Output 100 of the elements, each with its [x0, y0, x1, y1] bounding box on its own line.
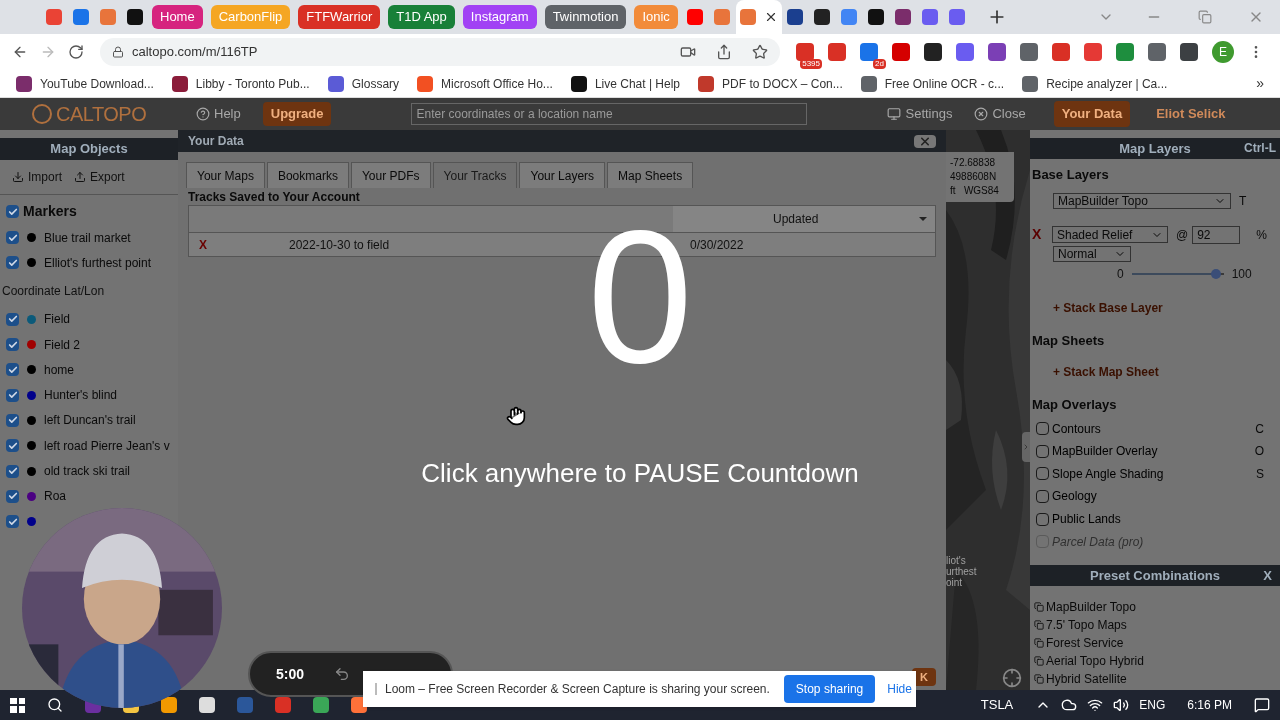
user-name[interactable]: Eliot Selick — [1156, 104, 1226, 124]
dialog-tab[interactable]: Your PDFs — [350, 162, 431, 188]
stack-map-sheet-link[interactable]: + Stack Map Sheet — [1053, 362, 1278, 381]
cloud-icon[interactable] — [1061, 697, 1078, 713]
help-icon[interactable] — [196, 107, 210, 121]
checkbox[interactable] — [6, 363, 19, 377]
delete-button[interactable]: X — [189, 235, 289, 254]
layers-icon[interactable] — [1034, 655, 1044, 666]
bookmark[interactable]: Live Chat | Help — [570, 74, 681, 93]
settings-button[interactable]: Settings — [905, 104, 953, 124]
language-indicator[interactable]: ENG — [1139, 696, 1166, 714]
import-button[interactable]: Import — [28, 168, 62, 186]
sort-caret-icon[interactable] — [919, 217, 927, 221]
checkbox[interactable] — [6, 489, 19, 503]
checkbox[interactable] — [6, 312, 19, 326]
checkbox[interactable] — [6, 256, 19, 270]
slider-thumb[interactable] — [1211, 269, 1222, 280]
bookmark[interactable]: Recipe analyzer | Ca... — [1022, 74, 1168, 93]
layers-icon[interactable] — [1034, 601, 1044, 612]
reload-icon[interactable] — [68, 44, 84, 60]
bookmark[interactable]: Microsoft Office Ho... — [417, 74, 553, 93]
marker-label[interactable]: Roa — [44, 487, 66, 506]
avatar[interactable]: E — [1212, 41, 1234, 63]
checkbox[interactable] — [6, 388, 19, 402]
close-dialog-button[interactable] — [914, 134, 936, 148]
bookmark[interactable]: Free Online OCR - c... — [860, 74, 1005, 93]
export-button[interactable]: Export — [90, 168, 125, 186]
layer-select[interactable]: Shaded Relief — [1052, 226, 1168, 244]
panel-toggle[interactable] — [1022, 432, 1030, 462]
countdown-message[interactable]: Click anywhere to PAUSE Countdown — [421, 454, 859, 493]
bookmark[interactable]: PDF to DOCX – Con... — [698, 74, 843, 93]
dialog-tab[interactable]: Map Sheets — [607, 162, 694, 188]
stack-base-layer-link[interactable]: + Stack Base Layer — [1053, 299, 1278, 318]
bookmark[interactable]: YouTube Download... — [16, 74, 154, 93]
checkbox[interactable] — [6, 205, 19, 218]
checkbox[interactable] — [6, 515, 19, 529]
share-icon[interactable] — [716, 44, 732, 60]
checkbox[interactable] — [6, 413, 19, 427]
overlay-label[interactable]: Public Lands — [1052, 510, 1264, 529]
dialog-tab[interactable]: Your Maps — [186, 162, 265, 188]
preset-link[interactable]: MapBuilder Topo — [1046, 597, 1136, 616]
checkbox[interactable] — [1036, 489, 1049, 503]
bookmark[interactable]: Libby - Toronto Pub... — [171, 74, 310, 93]
camera-icon[interactable] — [680, 44, 696, 60]
marker-label[interactable]: Field 2 — [44, 335, 81, 354]
checkbox[interactable] — [1036, 467, 1049, 481]
more-bookmarks[interactable]: » — [1256, 73, 1264, 94]
layer-select[interactable]: MapBuilder Topo — [1053, 193, 1231, 210]
dialog-tab[interactable]: Bookmarks — [266, 162, 349, 188]
wifi-icon[interactable] — [1087, 697, 1104, 713]
bookmark-star-icon[interactable] — [752, 44, 768, 60]
marker-label[interactable]: Elliot's furthest point — [44, 253, 151, 272]
marker-label[interactable]: Hunter's blind — [44, 386, 117, 405]
notifications-icon[interactable] — [1254, 697, 1270, 713]
marker-label[interactable]: old track ski trail — [44, 462, 131, 480]
remove-layer-button[interactable]: X — [1032, 224, 1048, 246]
checkbox[interactable] — [1036, 444, 1049, 458]
overlay-label[interactable]: Slope Angle Shading — [1052, 464, 1253, 483]
blend-select[interactable]: Normal — [1053, 246, 1131, 263]
monitor-icon[interactable] — [887, 107, 902, 121]
checkbox[interactable] — [6, 338, 19, 352]
clock[interactable]: 6:16 PM — [1187, 696, 1232, 714]
logo-icon[interactable] — [32, 104, 52, 124]
restore-icon[interactable] — [1198, 10, 1212, 24]
column-header[interactable]: Updated — [673, 206, 935, 232]
logo[interactable]: CALTOPO — [56, 99, 172, 129]
ticker-label[interactable]: TSLA — [980, 695, 1014, 715]
marker-label[interactable]: Blue trail market — [44, 228, 131, 247]
volume-icon[interactable] — [1113, 697, 1130, 713]
preset-link[interactable]: Hybrid Satellite — [1046, 669, 1127, 688]
marker-label[interactable]: left road Pierre Jean's v — [44, 436, 170, 455]
start-icon[interactable] — [10, 697, 25, 713]
marker-label[interactable]: Field — [44, 310, 70, 329]
search-icon[interactable] — [47, 697, 63, 713]
help-link[interactable]: Help — [214, 104, 241, 124]
overlay-label[interactable]: Geology — [1052, 487, 1264, 506]
locate-icon[interactable] — [1002, 668, 1022, 688]
overlay-label[interactable]: MapBuilder Overlay — [1052, 442, 1252, 461]
opacity-field[interactable]: 92 — [1192, 225, 1241, 244]
hide-button[interactable]: Hide — [887, 680, 912, 698]
checkbox[interactable] — [1036, 512, 1049, 526]
overlay-label[interactable]: Contours — [1052, 419, 1253, 438]
checkbox[interactable] — [6, 231, 19, 245]
address-bar[interactable]: caltopo.com/m/116TP — [100, 38, 780, 66]
dialog-tab[interactable]: Your Tracks — [432, 162, 518, 188]
download-icon[interactable] — [12, 171, 24, 183]
location-search-field[interactable]: Enter coordinates or a location name — [411, 103, 808, 125]
marker-label[interactable]: left Duncan's trail — [44, 411, 136, 430]
stop-sharing-button[interactable]: Stop sharing — [783, 675, 876, 703]
checkbox[interactable] — [1036, 422, 1049, 436]
undo-icon[interactable] — [334, 666, 351, 682]
checkbox[interactable] — [6, 464, 19, 478]
close-button[interactable]: Close — [992, 104, 1026, 124]
preset-link[interactable]: Aerial Topo Hybrid — [1046, 651, 1144, 670]
close-presets-button[interactable]: X — [1263, 565, 1272, 586]
bookmark[interactable]: Glossary — [327, 74, 400, 93]
your-data-button[interactable]: Your Data — [1053, 101, 1131, 127]
preset-link[interactable]: 7.5' Topo Maps — [1046, 615, 1127, 634]
dialog-tab[interactable]: Your Layers — [519, 162, 606, 188]
upload-icon[interactable] — [74, 171, 86, 183]
